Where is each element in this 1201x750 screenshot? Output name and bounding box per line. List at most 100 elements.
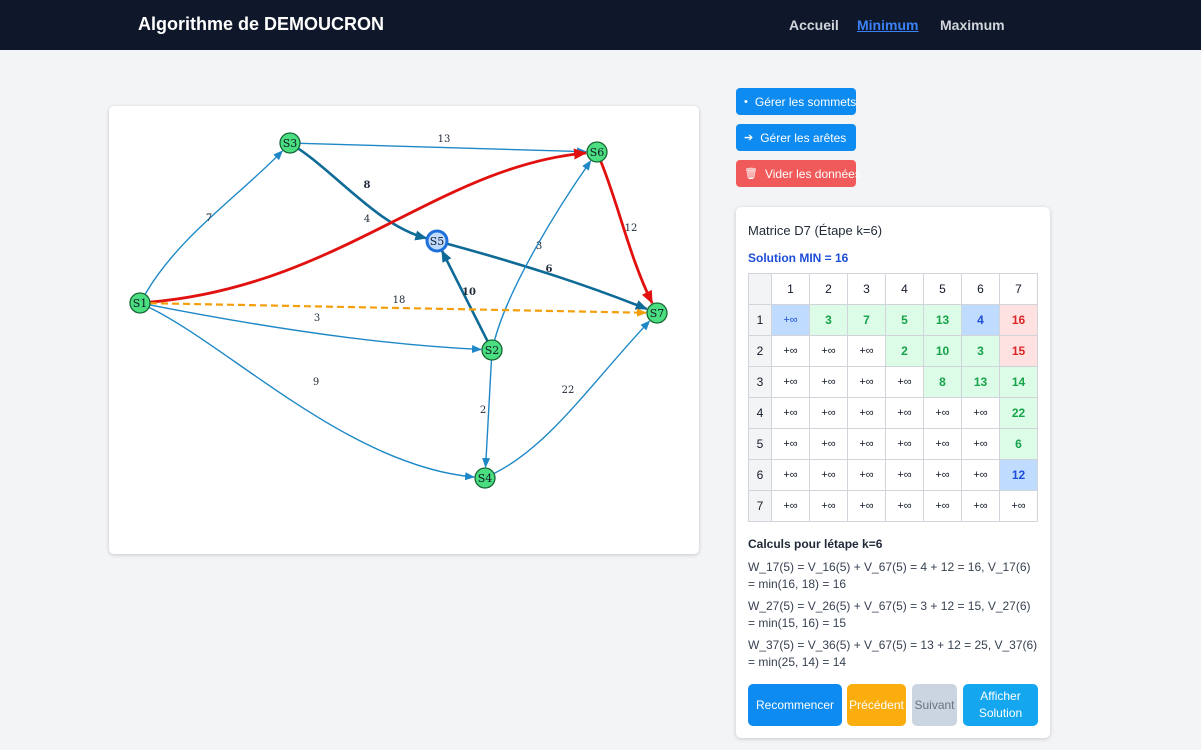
matrix-cell: +∞: [885, 428, 924, 460]
matrix-cell: +∞: [847, 459, 886, 491]
matrix-cell: +∞: [771, 428, 810, 460]
restart-button[interactable]: Recommencer: [748, 684, 842, 726]
node-s5[interactable]: S5: [425, 229, 449, 253]
calculation-line: W_37(5) = V_36(5) + V_67(5) = 13 + 12 = …: [748, 638, 1038, 669]
matrix-cell: 3: [809, 304, 848, 336]
edge-s5-s7[interactable]: [446, 242, 648, 311]
calculations-title: Calculs pour létape k=6: [748, 537, 883, 551]
trash-icon: 🗑: [744, 168, 758, 180]
matrix-row: 7 +∞ +∞ +∞ +∞ +∞ +∞ +∞: [748, 490, 1038, 522]
matrix-row-header: 7: [748, 490, 772, 522]
clear-data-button[interactable]: 🗑 Vider les données: [736, 160, 861, 187]
matrix-cell: 8: [923, 366, 962, 398]
matrix-cell: 3: [961, 335, 1000, 367]
matrix-cell: +∞: [923, 397, 962, 429]
matrix-cell: 2: [885, 335, 924, 367]
matrix-cell: +∞: [961, 428, 1000, 460]
calculation-line: W_27(5) = V_26(5) + V_67(5) = 3 + 12 = 1…: [748, 599, 1031, 630]
edge-s3-s5[interactable]: [297, 147, 428, 241]
matrix-cell: +∞: [847, 428, 886, 460]
matrix-cell: 10: [923, 335, 962, 367]
edge-weight-label: 12: [625, 223, 638, 234]
matrix-cell: +∞: [809, 459, 848, 491]
matrix-cell: 22: [999, 397, 1038, 429]
matrix-cell: 14: [999, 366, 1038, 398]
edge-s2-s4[interactable]: [482, 359, 493, 469]
node-s6[interactable]: S6: [586, 141, 608, 163]
matrix-cell: +∞: [771, 335, 810, 367]
previous-button[interactable]: Précédent: [847, 684, 906, 726]
matrix-col-header: 4: [885, 273, 924, 305]
matrix-cell: +∞: [923, 428, 962, 460]
manage-vertices-label: Gérer les sommets: [754, 94, 857, 109]
node-label: S3: [283, 137, 298, 150]
matrix-cell: +∞: [809, 490, 848, 522]
edge-weight-label: 18: [393, 295, 406, 306]
matrix-cell: +∞: [809, 366, 848, 398]
matrix-row: 3 +∞ +∞ +∞ +∞ 8 13 14: [748, 366, 1038, 398]
matrix-cell: +∞: [771, 490, 810, 522]
matrix-title: Matrice D7 (Étape k=6): [748, 223, 883, 238]
manage-edges-button[interactable]: ➔ Gérer les arêtes: [736, 124, 856, 151]
node-label: S7: [650, 307, 665, 320]
matrix-cell: 16: [999, 304, 1038, 336]
arrow-right-icon: ➔: [744, 132, 754, 144]
nav-link-minimum[interactable]: Minimum: [857, 17, 918, 33]
matrix-cell: +∞: [999, 490, 1038, 522]
matrix-col-header: 2: [809, 273, 848, 305]
nav-link-accueil[interactable]: Accueil: [789, 17, 839, 33]
matrix-cell: 13: [961, 366, 1000, 398]
edge-s2-s6[interactable]: [493, 160, 592, 341]
node-label: S6: [590, 146, 605, 159]
matrix-cell: 7: [847, 304, 886, 336]
matrix-row: 4 +∞ +∞ +∞ +∞ +∞ +∞ 22: [748, 397, 1038, 429]
matrix-cell: +∞: [961, 397, 1000, 429]
matrix-col-header: 7: [999, 273, 1038, 305]
app-title: Algorithme de DEMOUCRON: [138, 14, 385, 34]
manage-edges-label: Gérer les arêtes: [760, 130, 847, 145]
matrix-cell: +∞: [885, 397, 924, 429]
node-label: S4: [478, 472, 493, 485]
manage-vertices-button[interactable]: • Gérer les sommets: [736, 88, 856, 115]
matrix-row-header: 5: [748, 428, 772, 460]
matrix-row-header: 3: [748, 366, 772, 398]
node-s1[interactable]: S1: [129, 292, 151, 314]
edge-weight-label: 13: [438, 134, 451, 145]
matrix-cell: +∞: [923, 459, 962, 491]
edge-s1-s2[interactable]: [149, 304, 483, 354]
node-label: S5: [430, 235, 445, 248]
matrix-corner: [748, 273, 772, 305]
edge-weight-label: 3: [536, 241, 542, 252]
distance-matrix: 1234567 1 +∞ 3 7 5 13 4 16 2 +∞ +∞ +∞ 2 10 3 15 3 +∞ +∞ +∞ +…: [748, 273, 1038, 522]
node-label: S2: [485, 344, 500, 357]
matrix-col-header: 5: [923, 273, 962, 305]
matrix-cell: +∞: [847, 490, 886, 522]
matrix-cell: 4: [961, 304, 1000, 336]
edge-s4-s7[interactable]: [493, 320, 651, 475]
graph-canvas[interactable]: 7 13 8 4 6 3 10 18 3 9 2 22 12 S1 S2 S3 S4 S5 S6 S7: [109, 106, 699, 554]
nav-link-maximum[interactable]: Maximum: [940, 17, 1005, 33]
matrix-cell: +∞: [771, 366, 810, 398]
matrix-cell: +∞: [771, 304, 810, 336]
edge-s1-s3[interactable]: [144, 150, 284, 295]
matrix-cell: 5: [885, 304, 924, 336]
node-s3[interactable]: S3: [279, 132, 301, 154]
matrix-cell: +∞: [847, 397, 886, 429]
matrix-row-header: 4: [748, 397, 772, 429]
matrix-cell: +∞: [885, 366, 924, 398]
show-solution-button[interactable]: Afficher Solution: [963, 684, 1038, 726]
matrix-cell: +∞: [771, 397, 810, 429]
edge-s1-s6[interactable]: [149, 148, 588, 304]
matrix-cell: +∞: [885, 459, 924, 491]
graph-svg: 713846310183922212 S1S2S3S4S5S6S7: [129, 132, 668, 489]
node-s2[interactable]: S2: [481, 339, 503, 361]
node-s7[interactable]: S7: [646, 302, 668, 324]
edge-weight-label: 7: [206, 213, 212, 224]
matrix-row: 5 +∞ +∞ +∞ +∞ +∞ +∞ 6: [748, 428, 1038, 460]
matrix-cell: +∞: [809, 397, 848, 429]
edge-weight-label: 2: [480, 405, 486, 416]
matrix-cell: 6: [999, 428, 1038, 460]
node-s4[interactable]: S4: [474, 467, 496, 489]
solution-text: Solution MIN = 16: [748, 251, 849, 265]
next-button[interactable]: Suivant: [912, 684, 957, 726]
